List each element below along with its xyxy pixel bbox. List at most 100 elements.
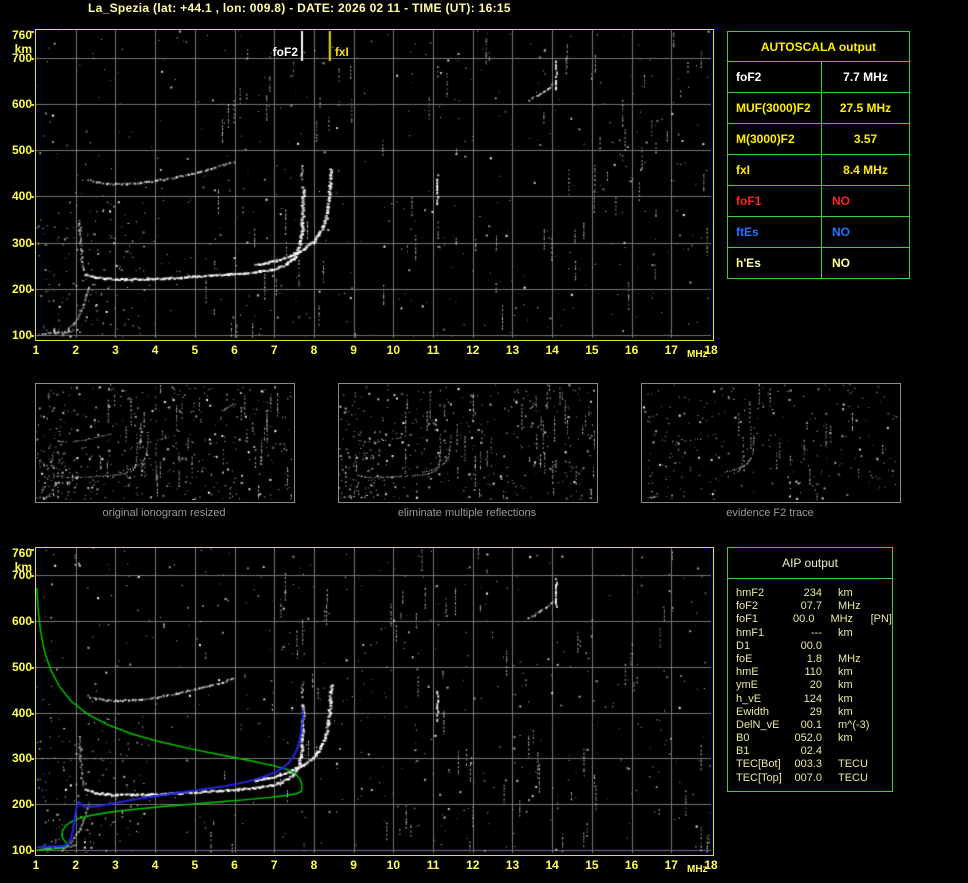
autoscala-row: foF2 7.7 MHz <box>727 61 910 93</box>
thumbnail-canvas-1 <box>36 384 292 500</box>
aip-row: foF1 00.0 MHz [PN] <box>736 613 892 626</box>
aip-row-unit: km <box>838 705 853 718</box>
x-axis-unit-label: MHz <box>687 864 708 875</box>
aip-row-unit: MHz <box>830 613 854 626</box>
aip-table-title: AIP output <box>728 548 892 579</box>
thumbnail-eliminate-reflections <box>338 383 598 503</box>
y-axis-tickmark <box>30 758 34 761</box>
y-axis-tickmark <box>30 242 34 245</box>
autoscala-row-value: NO <box>821 247 910 279</box>
autoscala-screen: { "title": "La_Spezia (lat: +44.1 , lon:… <box>0 0 968 883</box>
autoscala-row-label: M(3000)F2 <box>727 123 822 155</box>
x-tick-label: 7 <box>270 343 278 357</box>
aip-table-body: hmF2 234 km foF2 07.7 MHz foF1 00.0 MHz [PN] hmF1 -… <box>728 579 892 785</box>
ionogram-canvas-bottom <box>36 548 711 853</box>
x-tick-label: 3 <box>112 343 119 357</box>
aip-row-value: 052.0 <box>794 732 822 745</box>
autoscala-row-value: 27.5 MHz <box>821 92 910 124</box>
thumbnail-canvas-3 <box>642 384 898 500</box>
x-tick-label: 2 <box>72 858 80 872</box>
aip-row: foE 1.8 MHz <box>736 653 892 666</box>
aip-row-value: 20 <box>809 679 822 692</box>
x-tick-label: 6 <box>231 858 238 872</box>
x-tick-label: 8 <box>310 343 318 357</box>
autoscala-header-row: AUTOSCALA output <box>727 31 910 62</box>
thumbnail-caption-2: eliminate multiple reflections <box>397 507 537 519</box>
aip-row-unit <box>838 745 882 758</box>
aip-row-value: 02.4 <box>800 745 822 758</box>
y-axis-tickmark <box>30 549 34 551</box>
aip-row: B0 052.0 km <box>736 732 892 745</box>
aip-row-unit: MHz <box>838 652 861 665</box>
x-tick-label: 9 <box>350 343 357 357</box>
autoscala-output-table: AUTOSCALA output foF2 7.7 MHz MUF(3000)F2 27… <box>727 31 910 279</box>
autoscala-row-value: NO <box>821 216 910 248</box>
y-tick-label: 200 <box>11 281 32 296</box>
y-tick-label: 200 <box>11 797 32 812</box>
aip-row-label: hmF1 <box>736 626 765 639</box>
x-tick-label: 14 <box>545 858 559 872</box>
aip-row-unit: km <box>838 666 853 679</box>
x-tick-label: 17 <box>664 343 678 357</box>
y-axis-unit-label: km <box>14 42 32 56</box>
aip-row-label: foF1 <box>736 613 759 626</box>
x-tick-label: 6 <box>231 343 238 357</box>
autoscala-row-label: h'Es <box>727 247 822 279</box>
autoscala-row-value: 8.4 MHz <box>821 154 910 186</box>
y-axis-tickmark <box>30 804 34 807</box>
aip-row-value: 1.8 <box>806 652 822 665</box>
x-tick-label: 15 <box>585 858 599 872</box>
autoscala-row-label: foF1 <box>727 185 822 217</box>
ionogram-plot-bottom <box>35 547 714 856</box>
x-tick-label: 3 <box>112 858 119 872</box>
y-tick-label: 300 <box>11 235 32 250</box>
aip-row-unit: km <box>838 626 853 639</box>
x-tick-label: 4 <box>151 858 159 872</box>
x-tick-label: 8 <box>310 858 318 872</box>
x-tick-label: 1 <box>32 343 40 357</box>
y-tick-label: 760 <box>11 28 32 42</box>
aip-row-unit: m^(-3) <box>838 718 870 731</box>
aip-row: ymE 20 km <box>736 679 892 692</box>
y-axis-tickmark <box>30 850 34 852</box>
aip-row-value: 110 <box>804 666 822 679</box>
aip-row-label: B1 <box>736 745 750 758</box>
aip-row-value: 00.1 <box>800 718 822 731</box>
y-tick-label: 760 <box>11 546 32 560</box>
aip-row-value: 007.0 <box>794 771 822 784</box>
y-axis-tickmark <box>30 196 34 199</box>
aip-row-label: DelN_vE <box>736 718 780 731</box>
aip-row-value: 00.0 <box>793 613 815 626</box>
aip-row-label: TEC[Bot] <box>736 758 781 771</box>
x-tick-label: 11 <box>426 858 440 872</box>
aip-row-unit: km <box>838 732 853 745</box>
autoscala-row-value: NO <box>821 185 910 217</box>
y-axis-tickmark <box>30 335 34 337</box>
aip-row-label: ymE <box>736 679 758 692</box>
aip-row: hmE 110 km <box>736 666 892 679</box>
x-tick-label: 16 <box>624 343 639 357</box>
ionogram-canvas-top <box>36 30 711 338</box>
aip-row-value: --- <box>811 626 822 639</box>
aip-row-label: foF2 <box>736 600 759 613</box>
y-tick-label: 500 <box>11 659 32 674</box>
aip-row-label: TEC[Top] <box>736 771 782 784</box>
x-tick-label: 12 <box>466 343 480 357</box>
autoscala-row: M(3000)F2 3.57 <box>727 123 910 155</box>
aip-row: hmF1 --- km <box>736 627 892 640</box>
aip-row-unit: km <box>838 679 853 692</box>
autoscala-row: fxI 8.4 MHz <box>727 154 910 186</box>
aip-row-value: 29 <box>809 705 822 718</box>
autoscala-row: h'Es NO <box>727 247 910 279</box>
autoscala-table-title: AUTOSCALA output <box>727 31 910 62</box>
aip-row-label: B0 <box>736 732 750 745</box>
thumbnail-caption-1: original ionogram resized <box>102 507 226 519</box>
aip-row-unit: TECU <box>838 758 868 771</box>
aip-row: B1 02.4 <box>736 745 892 758</box>
aip-row: TEC[Top] 007.0 TECU <box>736 772 892 785</box>
aip-row-unit <box>838 640 882 653</box>
y-tick-label: 500 <box>11 143 32 158</box>
y-axis-tickmark <box>30 103 34 106</box>
x-tick-label: 10 <box>386 858 401 872</box>
x-tick-label: 12 <box>466 858 480 872</box>
